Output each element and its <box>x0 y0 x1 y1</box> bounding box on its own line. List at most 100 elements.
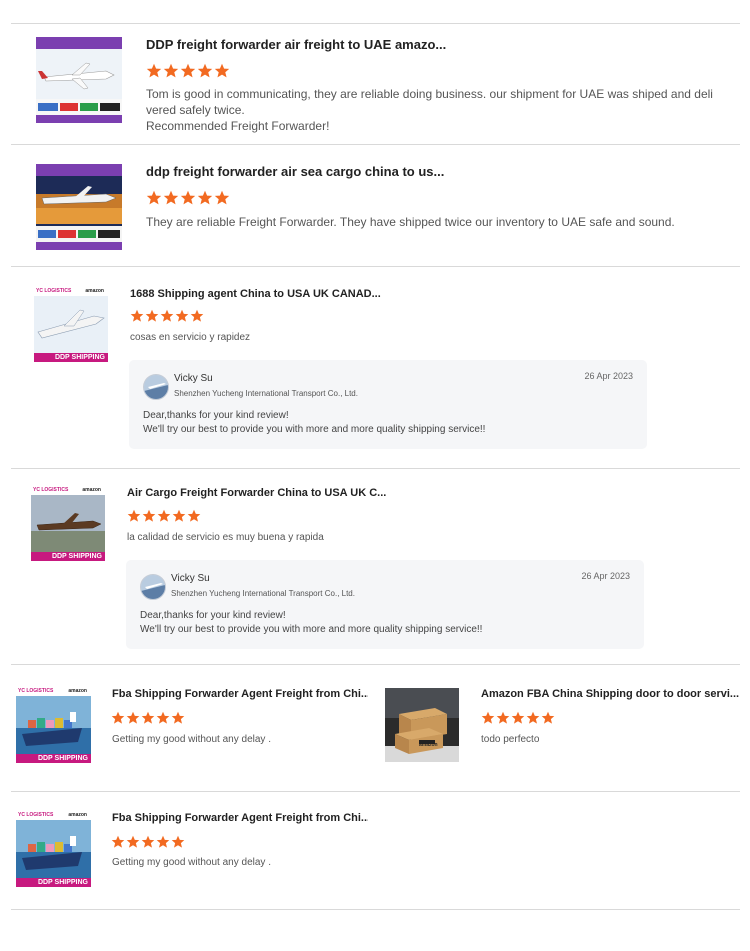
ddp-shipping-badge: DDP SHIPPING <box>34 353 108 362</box>
rating-stars <box>130 309 204 323</box>
review-text: Tom is good in communicating, they are r… <box>146 86 726 134</box>
review-item: DDP freight forwarder air freight to UAE… <box>0 24 750 144</box>
review-text: They are reliable Freight Forwarder. The… <box>146 215 675 229</box>
product-thumbnail[interactable]: amazon <box>385 688 459 762</box>
star-icon <box>171 711 185 724</box>
rating-stars <box>146 190 230 206</box>
product-thumbnail[interactable] <box>36 37 122 123</box>
product-thumbnail[interactable]: YC LOGISTICS amazon DDP SHIPPING <box>31 487 105 561</box>
review-item: amazon Amazon FBA China Shipping door to… <box>375 665 750 791</box>
star-icon <box>180 190 196 205</box>
review-item: YC LOGISTICS amazon DDP SHIPPING Fba Shi… <box>0 665 375 791</box>
review-text: todo perfecto <box>481 734 540 745</box>
product-thumbnail[interactable]: YC LOGISTICS amazon DDP SHIPPING <box>16 812 91 887</box>
star-icon <box>163 190 179 205</box>
star-icon <box>197 63 213 78</box>
star-icon <box>145 309 159 322</box>
reply-message: Dear,thanks for your kind review! We'll … <box>143 409 485 437</box>
review-text-line: Tom is good in communicating, they are r… <box>146 87 713 101</box>
star-icon <box>156 711 170 724</box>
reply-message: Dear,thanks for your kind review! We'll … <box>140 609 482 637</box>
star-icon <box>130 309 144 322</box>
star-icon <box>496 711 510 724</box>
rating-stars <box>481 711 555 725</box>
brand-label: amazon <box>419 742 438 748</box>
star-icon <box>141 711 155 724</box>
reply-company-name: Shenzhen Yucheng International Transport… <box>174 389 358 398</box>
brand-label: YC LOGISTICS <box>33 487 69 493</box>
ddp-shipping-badge: DDP SHIPPING <box>16 754 91 763</box>
reply-message-line: Dear,thanks for your kind review! <box>140 610 286 621</box>
rating-stars <box>111 711 185 725</box>
product-thumbnail[interactable]: YC LOGISTICS amazon DDP SHIPPING <box>16 688 91 763</box>
avatar-icon <box>143 374 169 400</box>
brand-label: YC LOGISTICS <box>36 288 72 294</box>
review-product-title[interactable]: ddp freight forwarder air sea cargo chin… <box>146 164 466 179</box>
star-icon <box>541 711 555 724</box>
review-text: Getting my good without any delay . <box>112 734 271 745</box>
star-icon <box>526 711 540 724</box>
review-product-title[interactable]: Fba Shipping Forwarder Agent Freight fro… <box>112 812 368 824</box>
review-product-title[interactable]: Air Cargo Freight Forwarder China to USA… <box>127 487 387 499</box>
seller-reply: Vicky Su Shenzhen Yucheng International … <box>129 360 647 449</box>
review-item: YC LOGISTICS amazon DDP SHIPPING Fba Shi… <box>0 792 750 909</box>
star-icon <box>157 509 171 522</box>
review-product-title[interactable]: DDP freight forwarder air freight to UAE… <box>146 37 466 52</box>
brand-label: YC LOGISTICS <box>18 812 54 818</box>
star-icon <box>187 509 201 522</box>
star-icon <box>175 309 189 322</box>
review-product-title[interactable]: Fba Shipping Forwarder Agent Freight fro… <box>112 688 368 700</box>
star-icon <box>160 309 174 322</box>
rating-stars <box>146 63 230 79</box>
star-icon <box>214 190 230 205</box>
review-item: YC LOGISTICS amazon DDP SHIPPING 1688 Sh… <box>0 267 750 468</box>
star-icon <box>111 711 125 724</box>
brand-label: amazon <box>68 688 87 694</box>
star-icon <box>146 190 162 205</box>
review-product-title[interactable]: 1688 Shipping agent China to USA UK CANA… <box>130 288 390 300</box>
star-icon <box>180 63 196 78</box>
review-text: cosas en servicio y rapidez <box>130 332 251 343</box>
ddp-shipping-badge: DDP SHIPPING <box>16 878 91 887</box>
star-icon <box>214 63 230 78</box>
star-icon <box>190 309 204 322</box>
star-icon <box>511 711 525 724</box>
brand-label: amazon <box>85 288 104 294</box>
brand-label: YC LOGISTICS <box>18 688 54 694</box>
reply-message-line: We'll try our best to provide you with m… <box>143 424 486 435</box>
brand-label: amazon <box>68 812 87 818</box>
star-icon <box>126 711 140 724</box>
seller-reply: Vicky Su Shenzhen Yucheng International … <box>126 560 644 649</box>
review-item: YC LOGISTICS amazon DDP SHIPPING Air Car… <box>0 469 750 664</box>
star-icon <box>197 190 213 205</box>
reply-message-line: We'll try our best to provide you with m… <box>140 624 483 635</box>
star-icon <box>163 63 179 78</box>
star-icon <box>156 835 170 848</box>
star-icon <box>146 63 162 78</box>
review-item: ddp freight forwarder air sea cargo chin… <box>0 145 750 266</box>
brand-label: amazon <box>82 487 101 493</box>
star-icon <box>127 509 141 522</box>
reply-company-name: Shenzhen Yucheng International Transport… <box>171 589 355 598</box>
star-icon <box>126 835 140 848</box>
review-text: la calidad de servicio es muy buena y ra… <box>127 532 324 543</box>
product-thumbnail[interactable]: YC LOGISTICS amazon DDP SHIPPING <box>34 288 108 362</box>
reply-author-name: Vicky Su <box>174 373 213 384</box>
star-icon <box>142 509 156 522</box>
ddp-shipping-badge: DDP SHIPPING <box>31 552 105 561</box>
reply-message-line: Dear,thanks for your kind review! <box>143 410 289 421</box>
star-icon <box>481 711 495 724</box>
reply-author-name: Vicky Su <box>171 573 210 584</box>
star-icon <box>172 509 186 522</box>
star-icon <box>171 835 185 848</box>
product-thumbnail[interactable] <box>36 164 122 250</box>
star-icon <box>111 835 125 848</box>
avatar-icon <box>140 574 166 600</box>
review-product-title[interactable]: Amazon FBA China Shipping door to door s… <box>481 688 739 700</box>
reply-date: 26 Apr 2023 <box>584 371 633 381</box>
rating-stars <box>111 835 185 849</box>
divider <box>11 909 740 910</box>
star-icon <box>141 835 155 848</box>
review-text: Getting my good without any delay . <box>112 857 271 868</box>
review-text-line: vered safely twice. <box>146 103 245 117</box>
